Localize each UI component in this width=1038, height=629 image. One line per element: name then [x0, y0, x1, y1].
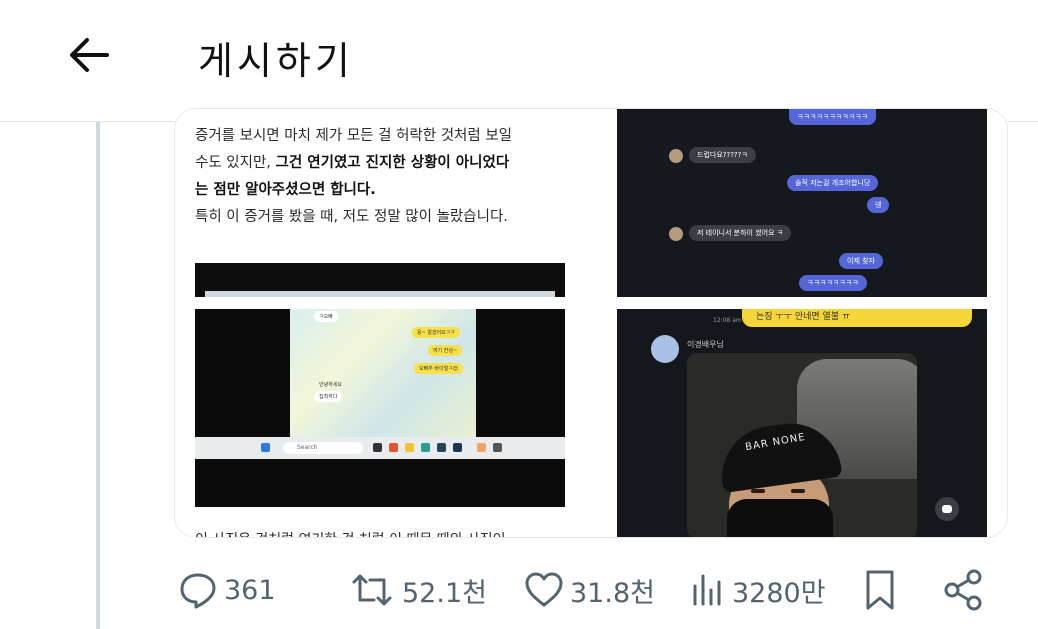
- chat-bubble: 솔직 저는걸 개조어합니당: [787, 175, 879, 191]
- reply-icon: [180, 573, 216, 609]
- windows-taskbar: Search: [195, 437, 565, 459]
- heart-icon: [525, 572, 563, 607]
- chat-bubble: 집착하다: [314, 391, 343, 402]
- share-button[interactable]: [942, 566, 986, 614]
- chat-bubble: 저 테이니서 분하이 썼어요 ㅋ: [689, 225, 792, 241]
- article-line-4: 특히 이 증거를 봤을 때, 저도 정말 많이 놀랐습니다.: [195, 209, 508, 225]
- like-count: 31.8천: [570, 577, 655, 609]
- app-icon: [477, 443, 486, 452]
- app-icon: [389, 443, 398, 452]
- app-icon: [437, 443, 446, 452]
- folder-icon: [405, 443, 414, 452]
- media-image-1[interactable]: 증거를 보시면 마치 제가 모든 걸 허락한 것처럼 보일 수도 있지만, 그건…: [175, 109, 585, 297]
- views-bar-chart-icon: [693, 574, 721, 606]
- chat-bubble: ㅋ오빠: [314, 311, 338, 322]
- app-icon: [453, 443, 462, 452]
- thread-connector-line: [96, 122, 100, 629]
- chat-bubble: 이제 찾자: [839, 253, 883, 269]
- message-time: 12:08 am: [713, 317, 742, 324]
- chat-bubble: 는징 ㅜㅜ 안네면 열불 ㅠ: [742, 309, 972, 327]
- article-cut-line: 이 사진은 것처럼 연기한 것 처럼 이 때문 때의 사진이: [195, 527, 506, 537]
- taskbar-search: Search: [283, 442, 363, 454]
- chat-avatar: [669, 149, 683, 163]
- windows-start-icon: [261, 443, 270, 452]
- chat-bubble: 넹: [867, 197, 890, 213]
- sender-name: 이경배우님: [687, 340, 724, 349]
- chat-screenshot: ㅋㅋㅋㅋㅋㅋㅋㅋㅋㅋㅋ 드럽다요?????ㅋ 솔직 저는걸 개조어합니당 넹 저…: [617, 109, 987, 297]
- article-line-2: 수도 있지만, 그건 연기였고 진지한 상황이 아니었다: [195, 155, 510, 171]
- media-image-4[interactable]: 는징 ㅜㅜ 안네면 열불 ㅠ 12:08 am 이경배우님 BAR NONE: [597, 309, 1007, 537]
- back-button[interactable]: [62, 28, 116, 82]
- view-count: 3280만: [732, 577, 826, 609]
- chat-selfie-screenshot: 는징 ㅜㅜ 안네면 열불 ㅠ 12:08 am 이경배우님 BAR NONE: [617, 309, 987, 537]
- bookmark-button[interactable]: [860, 566, 900, 614]
- media-grid: 증거를 보시면 마치 제가 모든 걸 허락한 것처럼 보일 수도 있지만, 그건…: [174, 108, 1008, 538]
- article-line-1: 증거를 보시면 마치 제가 모든 걸 허락한 것처럼 보일: [195, 128, 513, 144]
- tweet-actions-bar: 361 52.1천 31.8천 3280만: [0, 560, 1038, 620]
- article-line-3: 는 점만 알아주셨으면 합니다.: [195, 182, 376, 198]
- views-button[interactable]: 3280만: [690, 566, 826, 614]
- chat-bubble: 안녕하세요: [319, 382, 343, 388]
- app-icon: [373, 443, 382, 452]
- retweet-count: 52.1천: [402, 577, 487, 609]
- chat-bubble: 응~ 알겠어요ㅋㅋ: [412, 327, 460, 338]
- laptop-photo: 응~ 알겠어요ㅋㅋ 여기 찬성~ 오빠추 바이럴ㅋ😊 ㅋ오빠 집착하다 안녕하세…: [195, 309, 565, 507]
- article-text-block: 증거를 보시면 마치 제가 모든 걸 허락한 것처럼 보일 수도 있지만, 그건…: [195, 123, 575, 231]
- reply-button[interactable]: 361: [178, 566, 276, 614]
- retweet-icon: [352, 574, 392, 606]
- page-title: 게시하기: [198, 39, 354, 83]
- kakao-chat-screen: 응~ 알겠어요ㅋㅋ 여기 찬성~ 오빠추 바이럴ㅋ😊 ㅋ오빠 집착하다 안녕하세…: [290, 309, 476, 437]
- chat-bubble: 드럽다요?????ㅋ: [689, 147, 756, 163]
- embedded-image-strip: [195, 263, 565, 297]
- chat-bubble: 오빠추 바이럴ㅋ😊: [414, 363, 464, 374]
- selfie-photo: BAR NONE: [687, 353, 917, 537]
- chat-bubble: ㅋㅋㅋㅋㅋㅋㅋㅋㅋㅋㅋ: [789, 109, 876, 125]
- sender-avatar: [651, 335, 679, 363]
- chat-bubble: 여기 찬성~: [428, 345, 463, 356]
- reply-count: 361: [224, 574, 276, 606]
- bookmark-icon: [866, 570, 894, 610]
- app-header: 게시하기: [0, 0, 1038, 122]
- arrow-left-icon: [70, 38, 109, 72]
- chat-bubble: ㅋㅋㅋㅋㅋㅋㅋㅋ: [799, 275, 867, 291]
- media-image-3[interactable]: 응~ 알겠어요ㅋㅋ 여기 찬성~ 오빠추 바이럴ㅋ😊 ㅋ오빠 집착하다 안녕하세…: [175, 309, 585, 537]
- chat-avatar: [669, 227, 683, 241]
- retweet-button[interactable]: 52.1천: [348, 566, 487, 614]
- media-image-2[interactable]: ㅋㅋㅋㅋㅋㅋㅋㅋㅋㅋㅋ 드럽다요?????ㅋ 솔직 저는걸 개조어합니당 넹 저…: [597, 109, 1007, 297]
- share-icon: [944, 569, 982, 611]
- like-button[interactable]: 31.8천: [524, 566, 655, 614]
- app-icon: [493, 443, 502, 452]
- browser-icon: [421, 443, 430, 452]
- chat-fab-button[interactable]: [935, 497, 959, 521]
